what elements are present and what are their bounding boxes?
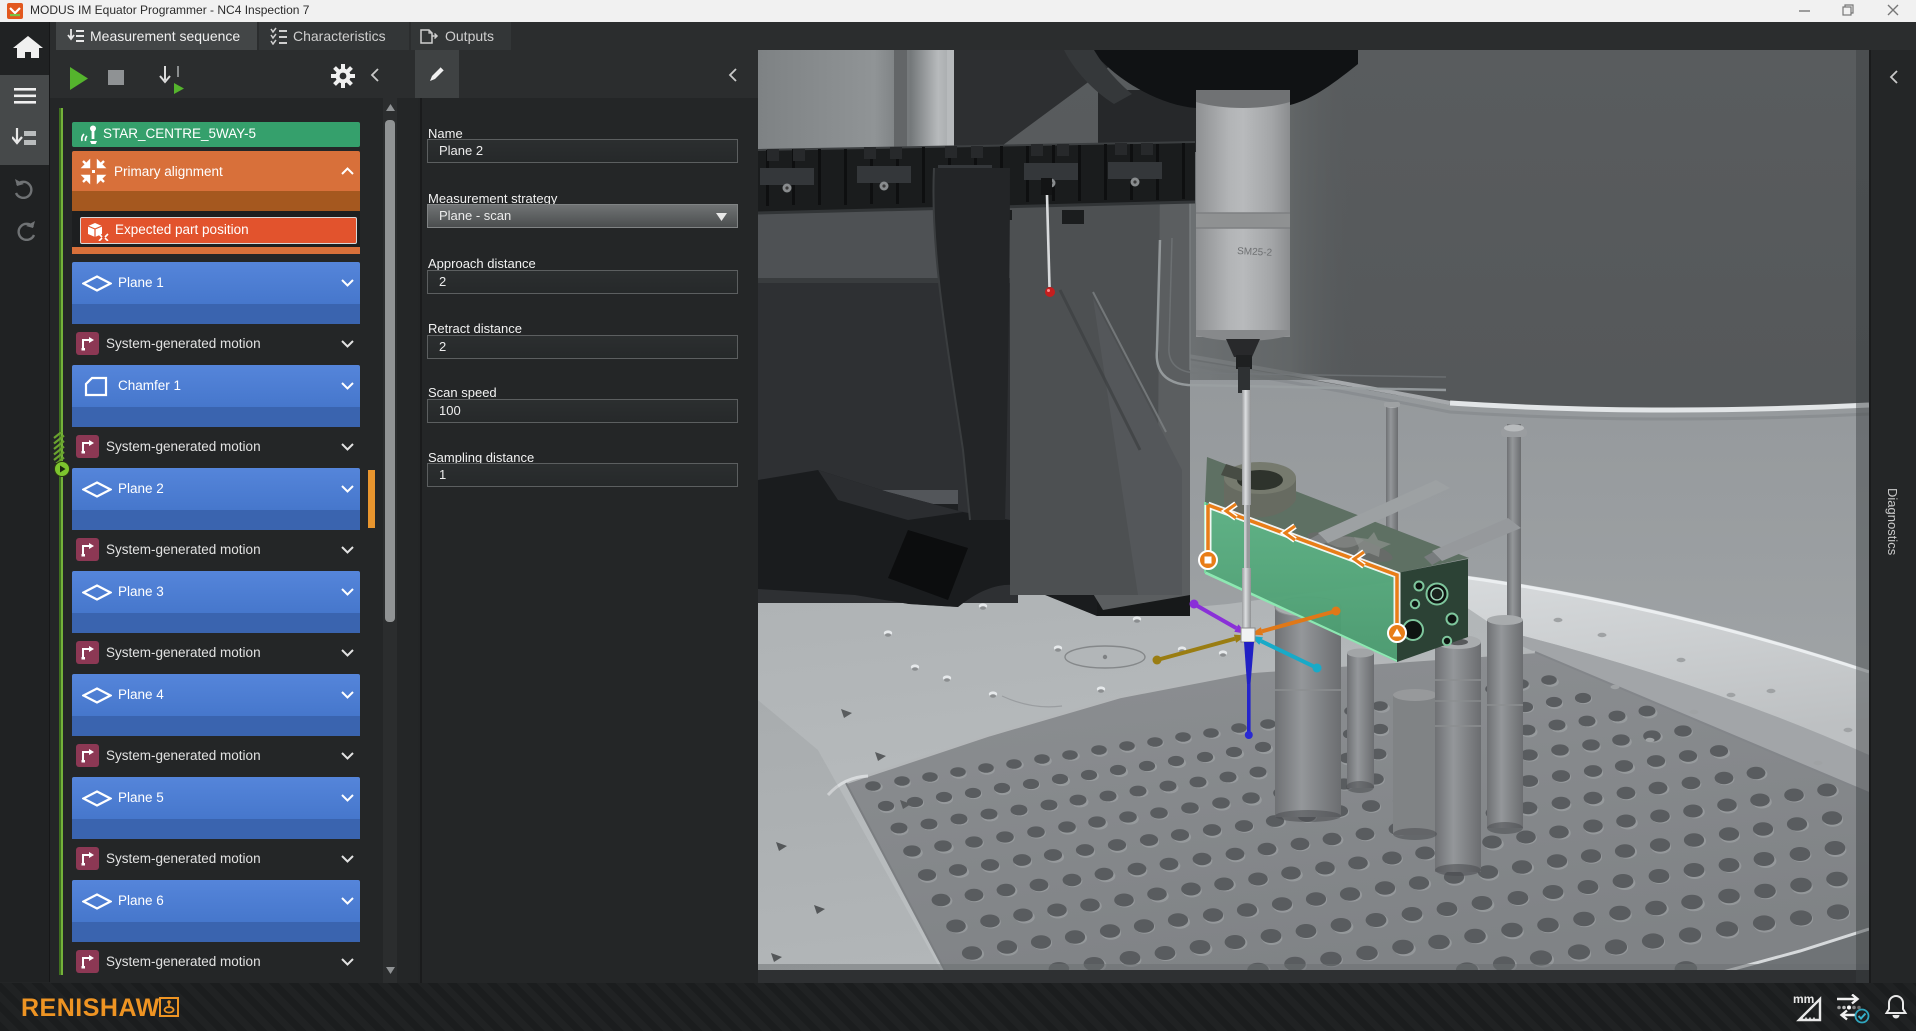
svg-text:SM25-2: SM25-2 (1237, 246, 1273, 259)
svg-text:mm: mm (1793, 993, 1814, 1006)
